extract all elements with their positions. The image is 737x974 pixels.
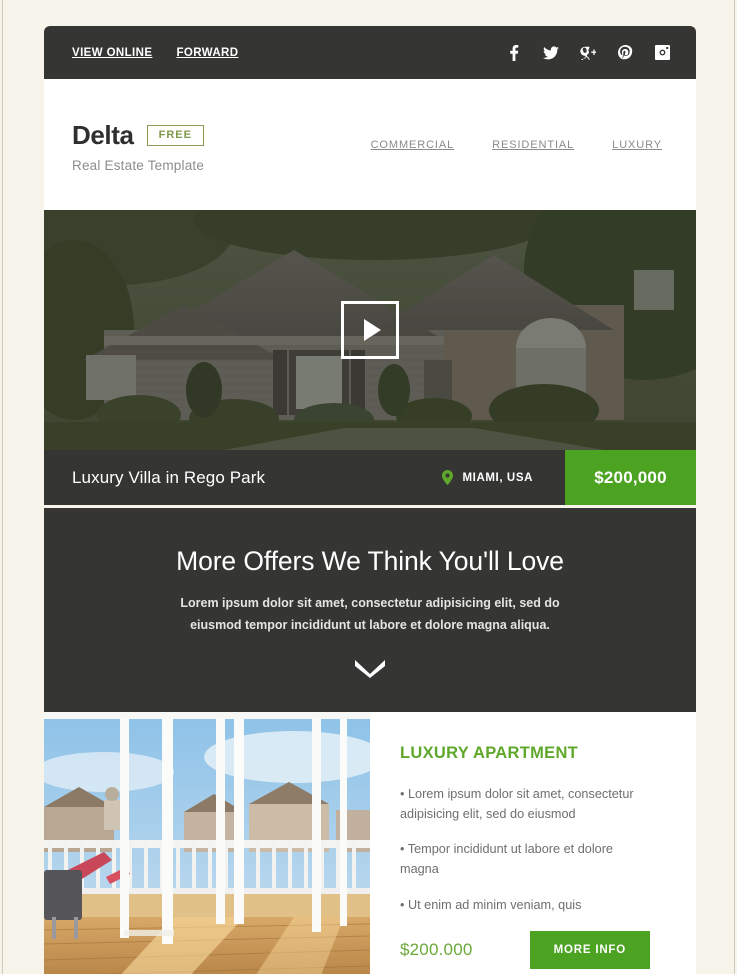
listing-bullets: • Lorem ipsum dolor sit amet, consectetu…: [400, 785, 668, 915]
brand-block: Delta FREE Real Estate Template: [72, 116, 204, 173]
nav-item-luxury[interactable]: LUXURY: [612, 139, 662, 151]
hero-video-banner: [44, 210, 696, 450]
social-links: [506, 44, 670, 61]
offers-section: More Offers We Think You'll Love Lorem i…: [44, 505, 696, 712]
property-price: $200,000: [565, 450, 696, 505]
brand-name: Delta: [72, 120, 134, 150]
property-location: MIAMI, USA: [442, 450, 565, 505]
top-links: VIEW ONLINE FORWARD: [72, 47, 238, 59]
listing-details: LUXURY APARTMENT • Lorem ipsum dolor sit…: [370, 712, 696, 974]
listing-item-luxury-apartment: LUXURY APARTMENT • Lorem ipsum dolor sit…: [44, 712, 696, 974]
list-item: • Lorem ipsum dolor sit amet, consectetu…: [400, 787, 634, 821]
balcony-photo: [44, 712, 370, 974]
property-summary-bar: Luxury Villa in Rego Park MIAMI, USA $20…: [44, 450, 696, 505]
list-item: • Tempor incididunt ut labore et dolore …: [400, 842, 613, 877]
listing-photo[interactable]: [44, 712, 370, 974]
nav-item-commercial[interactable]: COMMERCIAL: [371, 139, 455, 151]
list-item: • Ut enim ad minim veniam, quis: [400, 897, 582, 912]
view-online-link[interactable]: VIEW ONLINE: [72, 47, 152, 59]
email-card: VIEW ONLINE FORWARD Delta FREE Real Esta…: [44, 26, 696, 974]
more-info-button[interactable]: MORE INFO: [529, 931, 650, 970]
brand-row: Delta FREE: [72, 120, 204, 151]
listing-title: LUXURY APARTMENT: [400, 744, 579, 762]
play-icon[interactable]: [341, 301, 399, 359]
listing-price: $200.000: [400, 940, 473, 960]
property-title: Luxury Villa in Rego Park: [72, 467, 266, 487]
listing-footer: $200.000 MORE INFO: [400, 931, 668, 970]
top-utility-bar: VIEW ONLINE FORWARD: [44, 26, 696, 79]
play-triangle: [364, 319, 381, 341]
property-location-label: MIAMI, USA: [462, 471, 533, 484]
facebook-icon[interactable]: [506, 44, 522, 61]
brand-header: Delta FREE Real Estate Template COMMERCI…: [44, 79, 696, 210]
forward-link[interactable]: FORWARD: [176, 47, 238, 59]
chevron-down-icon[interactable]: [355, 658, 385, 678]
brand-subtitle: Real Estate Template: [72, 158, 205, 173]
free-badge: FREE: [146, 125, 204, 146]
main-nav: COMMERCIAL RESIDENTIAL LUXURY: [371, 139, 668, 151]
twitter-icon[interactable]: [543, 45, 559, 61]
pinterest-icon[interactable]: [617, 45, 633, 61]
google-plus-icon[interactable]: [580, 45, 596, 61]
offers-subtitle: Lorem ipsum dolor sit amet, consectetur …: [180, 596, 560, 632]
offers-title: More Offers We Think You'll Love: [176, 546, 564, 576]
instagram-icon[interactable]: [654, 45, 670, 61]
map-pin-icon: [442, 470, 454, 485]
nav-item-residential[interactable]: RESIDENTIAL: [492, 139, 574, 151]
